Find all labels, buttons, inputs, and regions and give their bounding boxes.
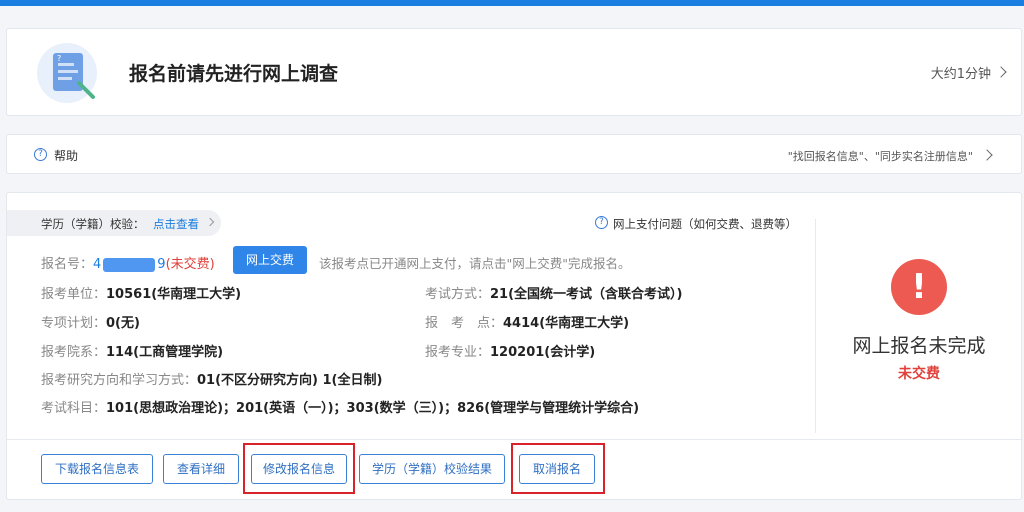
help-card[interactable]: ? 帮助 "找回报名信息"、"同步实名注册信息" — [6, 134, 1022, 174]
direction-row: 报考研究方向和学习方式：01(不区分研究方向) 1(全日制) — [41, 369, 382, 388]
chevron-right-icon[interactable] — [981, 149, 993, 161]
status-title: 网上报名未完成 — [852, 335, 986, 357]
unit-value: 10561(华南理工大学) — [106, 287, 242, 302]
registration-number-end: 9 — [157, 257, 166, 272]
survey-duration: 大约1分钟 — [930, 67, 991, 82]
exam-method-row: 考试方式：21(全国统一考试（含联合考试）) — [425, 283, 683, 302]
major-row: 报考专业：120201(会计学) — [425, 341, 595, 360]
question-circle-icon: ? — [595, 216, 608, 229]
view-details-button[interactable]: 查看详细 — [163, 454, 239, 484]
verification-result-button[interactable]: 学历（学籍）校验结果 — [359, 454, 505, 484]
cancel-registration-button[interactable]: 取消报名 — [519, 454, 595, 484]
exam-site-label: 报 考 点： — [425, 316, 504, 331]
department-value: 114(工商管理学院) — [106, 345, 224, 360]
subjects-value: 101(思想政治理论)；201(英语（一）)；303(数学（三）)；826(管理… — [106, 401, 640, 416]
registration-card: 学历（学籍）校验： 点击查看 ? 网上支付问题（如何交费、退费等） 报名号：4 9… — [6, 192, 1023, 500]
subjects-row: 考试科目：101(思想政治理论)；201(英语（一）)；303(数学（三）)；8… — [41, 397, 639, 416]
svg-text:?: ? — [57, 54, 61, 63]
survey-title: 报名前请先进行网上调查 — [129, 63, 339, 85]
exam-site-value: 4414(华南理工大学) — [503, 316, 630, 331]
download-form-button[interactable]: 下载报名信息表 — [41, 454, 153, 484]
redacted-number — [103, 257, 156, 272]
top-accent-bar — [0, 0, 1024, 6]
question-circle-icon: ? — [34, 148, 47, 161]
payment-note: 该报考点已开通网上支付，请点击"网上交费"完成报名。 — [319, 256, 631, 271]
help-links[interactable]: "找回报名信息"、"同步实名注册信息" — [788, 148, 973, 164]
direction-value: 01(不区分研究方向) 1(全日制) — [197, 373, 383, 388]
special-plan-value: 0(无) — [106, 316, 140, 331]
subjects-label: 考试科目： — [41, 401, 107, 416]
horizontal-divider — [7, 439, 1023, 440]
registration-number-row: 报名号：4 9(未交费) — [41, 253, 215, 272]
modify-registration-button[interactable]: 修改报名信息 — [251, 454, 347, 484]
unit-row: 报考单位：10561(华南理工大学) — [41, 283, 241, 302]
help-label: 帮助 — [54, 149, 79, 163]
major-label: 报考专业： — [425, 345, 491, 360]
alert-exclamation-icon: ! — [891, 259, 947, 315]
major-value: 120201(会计学) — [490, 345, 596, 360]
unpaid-inline-status: (未交费) — [165, 257, 215, 272]
document-survey-icon: ? — [37, 43, 97, 103]
department-row: 报考院系：114(工商管理学院) — [41, 341, 223, 360]
survey-card[interactable]: ? 报名前请先进行网上调查 大约1分钟 — [6, 28, 1022, 116]
vertical-divider — [815, 219, 816, 433]
chevron-right-icon[interactable] — [995, 66, 1007, 78]
special-plan-row: 专项计划：0(无) — [41, 312, 140, 331]
verification-view-link[interactable]: 点击查看 — [153, 216, 199, 232]
unit-label: 报考单位： — [41, 287, 107, 302]
department-label: 报考院系： — [41, 345, 107, 360]
verification-label: 学历（学籍）校验： — [41, 217, 145, 231]
exam-method-label: 考试方式： — [425, 287, 491, 302]
exam-site-row: 报 考 点：4414(华南理工大学) — [425, 312, 629, 331]
payment-help-link[interactable]: 网上支付问题（如何交费、退费等） — [613, 216, 797, 232]
online-payment-button[interactable]: 网上交费 — [233, 246, 307, 274]
direction-label: 报考研究方向和学习方式： — [41, 373, 198, 388]
registration-number-label: 报名号： — [41, 257, 94, 272]
registration-number-start: 4 — [93, 257, 102, 272]
status-subtitle: 未交费 — [898, 366, 940, 382]
exam-method-value: 21(全国统一考试（含联合考试）) — [490, 287, 683, 302]
special-plan-label: 专项计划： — [41, 316, 107, 331]
